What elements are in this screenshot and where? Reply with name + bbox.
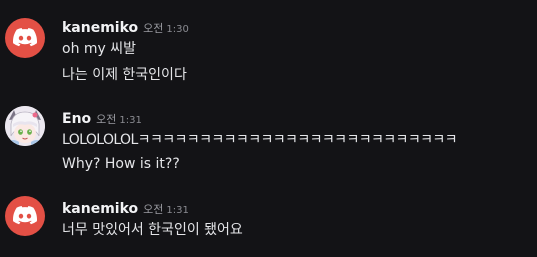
message-text: 나는 이제 한국인이다 (62, 67, 187, 83)
message-header: kanemiko 오전 1:30 (62, 17, 189, 36)
timestamp-ampm: 오전 (143, 22, 164, 35)
timestamp-ampm: 오전 (143, 203, 164, 216)
avatar[interactable] (5, 106, 45, 146)
discord-logo-icon (13, 206, 37, 225)
username[interactable]: kanemiko (62, 20, 138, 36)
chat-messages: kanemiko 오전 1:30 oh my 씨발 나는 이제 한국인이다 En… (0, 0, 537, 257)
username[interactable]: kanemiko (62, 201, 138, 217)
message-header: Eno 오전 1:31 (62, 108, 142, 127)
timestamp-ampm: 오전 (96, 113, 117, 126)
message-text: oh my 씨발 (62, 41, 137, 57)
message-text: 너무 맛있어서 한국인이 됐어요 (62, 222, 243, 238)
username[interactable]: Eno (62, 111, 91, 127)
timestamp: 1:30 (166, 24, 189, 35)
message-text: LOLOLOLOLㅋㅋㅋㅋㅋㅋㅋㅋㅋㅋㅋㅋㅋㅋㅋㅋㅋㅋㅋㅋㅋㅋㅋㅋㅋㅋ (62, 132, 458, 148)
avatar[interactable] (5, 18, 45, 58)
message-text: Why? How is it?? (62, 156, 180, 172)
discord-logo-icon (13, 28, 37, 47)
timestamp: 1:31 (166, 205, 189, 216)
anime-character-avatar (5, 106, 45, 146)
avatar[interactable] (5, 196, 45, 236)
message-header: kanemiko 오전 1:31 (62, 198, 189, 217)
timestamp: 1:31 (119, 115, 142, 126)
